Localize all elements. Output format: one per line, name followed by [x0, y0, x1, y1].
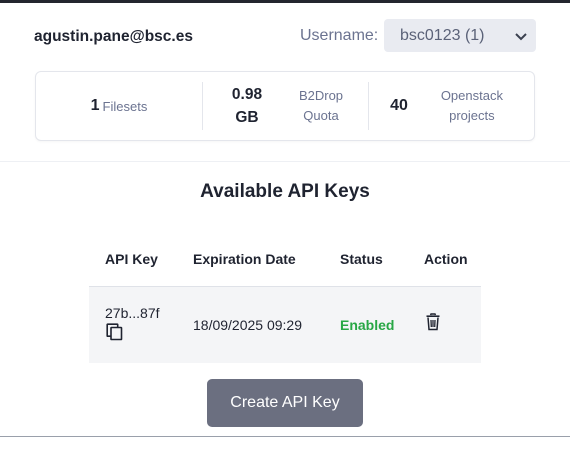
- user-email: agustin.pane@bsc.es: [34, 28, 193, 45]
- column-header-api-key: API Key: [105, 251, 158, 267]
- filesets-label: Filesets: [102, 98, 148, 114]
- bottom-border: [0, 436, 570, 437]
- openstack-label-line2: projects: [449, 108, 495, 123]
- b2drop-value-unit: GB: [235, 109, 259, 126]
- b2drop-label-line2: Quota: [303, 108, 339, 123]
- top-border: [0, 0, 570, 3]
- username-select-value: bsc0123 (1): [400, 27, 485, 44]
- openstack-label: Openstack projects: [432, 86, 512, 126]
- api-keys-title: Available API Keys: [200, 181, 370, 202]
- stat-openstack: 40 Openstack projects: [368, 72, 534, 140]
- b2drop-value-number: 0.98: [231, 86, 263, 103]
- b2drop-label: B2Drop Quota: [294, 86, 348, 126]
- column-header-expiration-date: Expiration Date: [193, 251, 296, 267]
- stats-card: 1 Filesets 0.98 GB B2Drop Quota 40 Opens…: [35, 71, 535, 141]
- create-api-key-button[interactable]: Create API Key: [207, 379, 363, 427]
- api-key-value: 27b...87f: [105, 305, 160, 321]
- account-header: agustin.pane@bsc.es Username: bsc0123 (1…: [0, 18, 570, 54]
- b2drop-label-line1: B2Drop: [298, 88, 344, 103]
- b2drop-quota-value: 0.98 GB: [222, 83, 272, 129]
- username-label: Username:: [300, 27, 379, 44]
- table-header: API Key Expiration Date Status Action: [89, 238, 481, 287]
- api-keys-table: API Key Expiration Date Status Action 27…: [89, 238, 481, 363]
- expiration-date: 18/09/2025 09:29: [193, 317, 302, 333]
- section-separator: [0, 161, 570, 162]
- filesets-count: 1: [90, 97, 100, 114]
- status-badge: Enabled: [340, 317, 395, 333]
- username-select[interactable]: bsc0123 (1): [384, 19, 536, 52]
- openstack-label-line1: Openstack: [440, 88, 503, 103]
- column-header-action: Action: [424, 251, 468, 267]
- chevron-down-icon: [515, 33, 527, 41]
- stat-b2drop: 0.98 GB B2Drop Quota: [202, 72, 368, 140]
- column-header-status: Status: [340, 251, 383, 267]
- table-row: 27b...87f 18/09/2025 09:29 Enabled: [89, 287, 481, 363]
- copy-icon[interactable]: [106, 323, 124, 341]
- openstack-count: 40: [390, 97, 408, 114]
- trash-icon[interactable]: [425, 313, 441, 331]
- stat-filesets: 1 Filesets: [36, 72, 202, 140]
